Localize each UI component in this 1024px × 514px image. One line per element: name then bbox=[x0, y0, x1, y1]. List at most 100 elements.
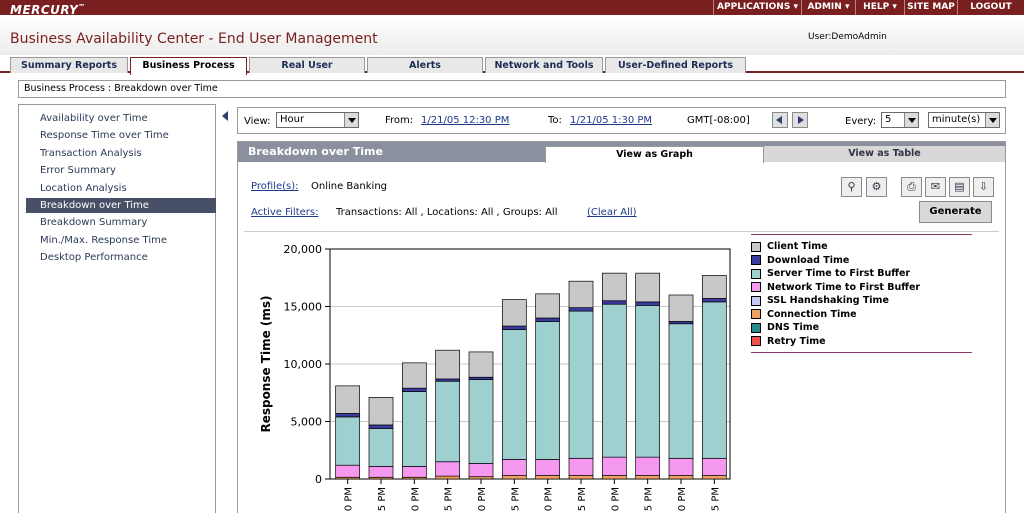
tab-real-user[interactable]: Real User bbox=[249, 57, 365, 73]
nav-site-map[interactable]: SITE MAP bbox=[904, 0, 957, 15]
legend-swatch bbox=[751, 255, 761, 265]
gmt-offset: GMT[-08:00] bbox=[687, 115, 750, 126]
bar-segment bbox=[368, 397, 394, 426]
legend-item-retry-time: Retry Time bbox=[751, 336, 826, 349]
menu-item-location-analysis[interactable]: Location Analysis bbox=[26, 181, 216, 196]
menu-item-breakdown-over-time[interactable]: Breakdown over Time bbox=[26, 198, 216, 213]
bar-segment bbox=[501, 475, 527, 480]
legend-item-server-time: Server Time to First Buffer bbox=[751, 268, 910, 281]
bar-segment bbox=[635, 456, 661, 476]
every-unit-select[interactable]: minute(s) bbox=[928, 112, 1000, 128]
active-filters-value: Transactions: All , Locations: All , Gro… bbox=[336, 207, 558, 218]
arrow-left-icon bbox=[776, 116, 782, 124]
profiles-value: Online Banking bbox=[311, 181, 388, 192]
tab-summary-reports[interactable]: Summary Reports bbox=[10, 57, 128, 73]
print-icon[interactable]: ⎙ bbox=[901, 177, 922, 197]
bar-segment bbox=[701, 301, 727, 459]
arrow-right-icon bbox=[798, 116, 804, 124]
menu-item-desktop-performance[interactable]: Desktop Performance bbox=[26, 250, 216, 265]
bar-segment bbox=[368, 466, 394, 478]
bar-segment bbox=[668, 323, 694, 459]
menu-item-transaction-analysis[interactable]: Transaction Analysis bbox=[26, 146, 216, 161]
bar-segment bbox=[368, 424, 394, 429]
save-icon[interactable]: ▤ bbox=[949, 177, 970, 197]
view-select[interactable]: Hour bbox=[276, 112, 359, 128]
menu-item-availability-over-time[interactable]: Availability over Time bbox=[26, 111, 216, 126]
bar-segment bbox=[501, 329, 527, 460]
to-date-link[interactable]: 1/21/05 1:30 PM bbox=[570, 115, 652, 126]
active-filters-link[interactable]: Active Filters: bbox=[251, 207, 318, 218]
bar-segment bbox=[535, 317, 561, 322]
bar-segment bbox=[468, 351, 494, 378]
every-value-select[interactable]: 5 bbox=[881, 112, 919, 128]
tab-network-and-tools[interactable]: Network and Tools bbox=[485, 57, 603, 73]
tab-user-defined-reports[interactable]: User-Defined Reports bbox=[605, 57, 746, 73]
next-period-button[interactable] bbox=[792, 112, 808, 128]
panel-title: Breakdown over Time bbox=[248, 145, 383, 158]
legend-top-rule bbox=[751, 234, 972, 235]
divider bbox=[244, 231, 999, 232]
bar-segment bbox=[568, 310, 594, 459]
tab-alerts[interactable]: Alerts bbox=[367, 57, 483, 73]
bar-segment bbox=[401, 387, 427, 392]
bar-segment bbox=[468, 379, 494, 464]
legend-item-download-time: Download Time bbox=[751, 255, 849, 268]
bar-segment bbox=[435, 461, 461, 477]
bar-segment bbox=[635, 301, 661, 306]
settings-icon[interactable]: ⚙ bbox=[866, 177, 887, 197]
bar-segment bbox=[368, 428, 394, 467]
legend-swatch bbox=[751, 241, 761, 252]
breakdown-chart: 0 5,000 10,000 15,000 20,000 Response Time (m… bbox=[259, 243, 731, 511]
nav-help[interactable]: HELP ▾ bbox=[855, 0, 904, 15]
nav-logout[interactable]: LOGOUT bbox=[957, 0, 1024, 15]
bar-segment bbox=[335, 464, 361, 478]
bar-segment bbox=[635, 304, 661, 458]
bar-segment bbox=[701, 298, 727, 303]
bar-segment bbox=[601, 456, 627, 476]
tab-view-as-graph[interactable]: View as Graph bbox=[545, 146, 764, 163]
bar-segment bbox=[435, 349, 461, 380]
x-tick-label: 5 PM bbox=[577, 487, 588, 511]
chevron-down-icon: ▾ bbox=[844, 2, 850, 12]
nav-admin[interactable]: ADMIN ▾ bbox=[801, 0, 855, 15]
x-tick-label: 0 PM bbox=[610, 487, 621, 511]
legend-item-client-time: Client Time bbox=[751, 241, 828, 254]
bar-segment bbox=[668, 457, 694, 476]
bar-segment bbox=[535, 459, 561, 476]
main-tabs: Summary Reports Business Process Real Us… bbox=[0, 55, 1024, 75]
x-tick-label: 5 PM bbox=[510, 487, 521, 511]
legend-swatch bbox=[751, 336, 761, 346]
menu-item-min-max-response-time[interactable]: Min./Max. Response Time bbox=[26, 233, 216, 248]
legend-swatch bbox=[751, 282, 761, 292]
email-icon[interactable]: ✉ bbox=[925, 177, 946, 197]
bar-segment bbox=[401, 466, 427, 478]
bar-segment bbox=[601, 475, 627, 480]
menu-item-response-time-over-time[interactable]: Response Time over Time bbox=[26, 128, 216, 143]
generate-button[interactable]: Generate bbox=[919, 201, 992, 223]
bar-segment bbox=[535, 321, 561, 460]
previous-period-button[interactable] bbox=[772, 112, 788, 128]
y-tick-label: 10,000 bbox=[284, 358, 323, 371]
clear-all-link[interactable]: (Clear All) bbox=[587, 207, 637, 218]
bar-segment bbox=[501, 459, 527, 476]
mercury-logo: MERCURY™ bbox=[10, 3, 86, 17]
x-tick-label: 5 PM bbox=[644, 487, 655, 511]
tab-business-process[interactable]: Business Process bbox=[130, 57, 247, 75]
bar-segment bbox=[668, 475, 694, 480]
filter-icon[interactable]: ⚲ bbox=[841, 177, 862, 197]
bar-segment bbox=[535, 293, 561, 319]
y-tick-label: 5,000 bbox=[291, 416, 323, 429]
profiles-link[interactable]: Profile(s): bbox=[251, 181, 298, 192]
legend-item-connection-time: Connection Time bbox=[751, 309, 857, 322]
export-pdf-icon[interactable]: ⇩ bbox=[973, 177, 994, 197]
tab-view-as-table[interactable]: View as Table bbox=[764, 146, 1005, 162]
menu-item-error-summary[interactable]: Error Summary bbox=[26, 163, 216, 178]
from-date-link[interactable]: 1/21/05 12:30 PM bbox=[421, 115, 509, 126]
collapse-panel-icon[interactable] bbox=[222, 111, 228, 121]
menu-item-breakdown-summary[interactable]: Breakdown Summary bbox=[26, 215, 216, 230]
chevron-down-icon: ▾ bbox=[793, 2, 798, 12]
app-title: Business Availability Center - End User … bbox=[10, 31, 378, 47]
nav-applications[interactable]: APPLICATIONS ▾ bbox=[713, 0, 801, 15]
y-tick-label: 15,000 bbox=[284, 301, 323, 314]
x-tick-label: 5 PM bbox=[710, 487, 721, 511]
